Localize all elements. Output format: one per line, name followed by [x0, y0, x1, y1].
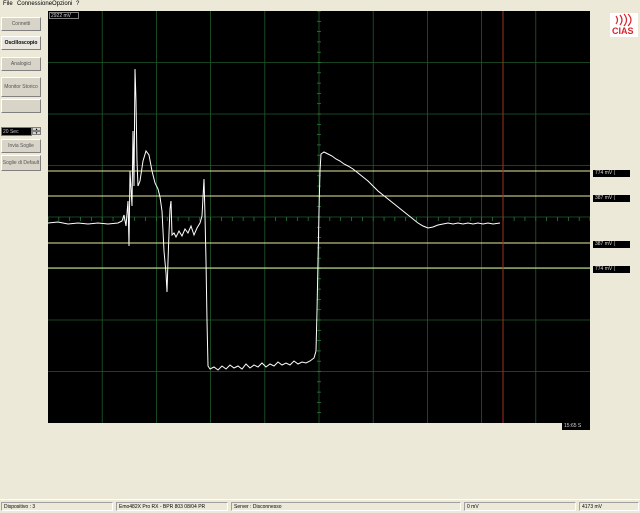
ref-label-neg-387: 387 mV (: [593, 241, 630, 248]
blank-button[interactable]: [1, 99, 41, 113]
status-server: Server : Disconnesso: [231, 502, 461, 511]
status-device: Dispositivo : 3: [1, 502, 113, 511]
connetti-button[interactable]: Connetti: [1, 17, 41, 31]
y-max-label: 2922 mV: [49, 12, 79, 19]
ref-label-pos-387: 387 mV (: [593, 195, 630, 202]
signal-waves-icon: [615, 13, 632, 27]
status-model: Emo482X Pro RX - BPR 803 08/04 PR: [116, 502, 228, 511]
status-value-2: 4173 mV: [579, 502, 639, 511]
status-bar: Dispositivo : 3 Emo482X Pro RX - BPR 803…: [0, 499, 640, 513]
soglie-default-button[interactable]: Soglie di Default: [1, 155, 41, 171]
waveform-plot[interactable]: [48, 11, 590, 423]
status-value-1: 0 mV: [464, 502, 576, 511]
sidebar: Connetti Oscilloscopio Analogici Monitor…: [0, 9, 46, 499]
menu-file[interactable]: File: [3, 1, 13, 8]
monitor-storico-button[interactable]: Monitor Storico: [1, 77, 41, 97]
time-scale-value[interactable]: 20 Sec: [1, 127, 32, 136]
time-readout: 15:65 S: [562, 423, 590, 430]
oscilloscopio-button[interactable]: Oscilloscopio: [1, 36, 41, 50]
ref-label-neg-774: 774 mV (: [593, 266, 630, 273]
menu-help[interactable]: ?: [76, 1, 79, 8]
cias-logo: CIAS: [610, 13, 638, 37]
menu-bar: File Connessione Opzioni ?: [0, 0, 640, 9]
invia-soglie-button[interactable]: Invia Soglie: [1, 139, 41, 153]
time-scale-spinner[interactable]: 20 Sec ▲ ▼: [1, 127, 41, 136]
ref-label-pos-774: 774 mV (: [593, 170, 630, 177]
analogici-button[interactable]: Analogici: [1, 57, 41, 71]
menu-opzioni[interactable]: Opzioni: [52, 1, 72, 8]
oscilloscope-display[interactable]: 2922 mV: [48, 11, 590, 423]
menu-connessione[interactable]: Connessione: [17, 1, 52, 8]
logo-text: CIAS: [612, 26, 634, 36]
spinner-down-icon[interactable]: ▼: [32, 131, 41, 135]
